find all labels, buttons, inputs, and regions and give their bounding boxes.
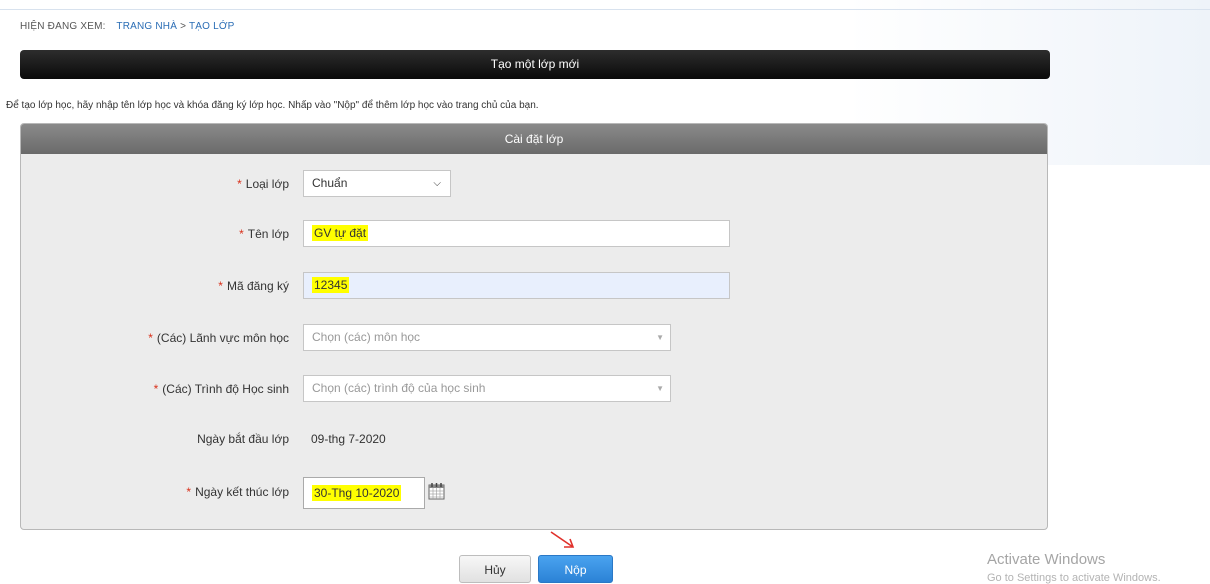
- required-mark: *: [239, 227, 244, 241]
- levels-placeholder: Chọn (các) trình độ của học sinh: [312, 381, 486, 395]
- class-type-row: * Loại lớp: [21, 170, 289, 198]
- red-arrow-icon: [550, 531, 575, 548]
- end-date-row: * Ngày kết thúc lớp: [21, 478, 289, 506]
- start-date-row: Ngày bắt đầu lớp: [21, 425, 289, 453]
- breadcrumb-separator: >: [180, 21, 187, 32]
- start-date-value: 09-thg 7-2020: [311, 432, 386, 446]
- class-settings-panel: Cài đặt lớp * Loại lớp Chuẩn ⌵ * Tên lớp G…: [20, 123, 1048, 530]
- end-date-label: Ngày kết thúc lớp: [195, 485, 289, 499]
- reg-code-input[interactable]: 12345: [303, 272, 730, 299]
- class-type-select[interactable]: Chuẩn ⌵: [303, 170, 451, 197]
- page-title: Tạo một lớp mới: [20, 50, 1050, 79]
- chevron-down-icon: ⌵: [433, 178, 441, 189]
- reg-code-row: * Mã đăng ký: [21, 272, 289, 300]
- cancel-button[interactable]: Hủy: [459, 555, 531, 583]
- class-type-label: Loại lớp: [245, 177, 289, 191]
- class-name-label: Tên lớp: [247, 227, 289, 241]
- subjects-placeholder: Chọn (các) môn học: [312, 330, 421, 344]
- breadcrumb-lead: HIỆN ĐANG XEM:: [20, 21, 106, 32]
- levels-multiselect[interactable]: Chọn (các) trình độ của học sinh ▼: [303, 375, 671, 402]
- activate-windows-subtitle: Go to Settings to activate Windows.: [987, 572, 1161, 584]
- required-mark: *: [186, 485, 192, 499]
- calendar-icon[interactable]: [428, 482, 445, 500]
- panel-heading: Cài đặt lớp: [21, 124, 1047, 154]
- class-name-input[interactable]: GV tự đặt: [303, 220, 730, 247]
- class-type-value: Chuẩn: [312, 176, 348, 190]
- breadcrumb-home-link[interactable]: TRANG NHÀ: [116, 21, 177, 32]
- end-date-value: 30-Thg 10-2020: [312, 485, 402, 501]
- required-mark: *: [148, 331, 153, 345]
- end-date-input[interactable]: 30-Thg 10-2020: [303, 477, 425, 509]
- chevron-down-icon: ▼: [656, 384, 664, 393]
- start-date-label: Ngày bắt đầu lớp: [197, 432, 289, 446]
- required-mark: *: [218, 279, 223, 293]
- submit-button[interactable]: Nộp: [538, 555, 613, 583]
- intro-text: Để tạo lớp học, hãy nhập tên lớp học và …: [6, 100, 539, 111]
- required-mark: *: [237, 177, 242, 191]
- breadcrumb: HIỆN ĐANG XEM: TRANG NHÀ > TẠO LỚP: [20, 21, 235, 32]
- levels-row: * (Các) Trình độ Học sinh: [21, 375, 289, 403]
- subjects-label: (Các) Lãnh vực môn học: [156, 331, 289, 345]
- breadcrumb-current: TẠO LỚP: [188, 21, 235, 32]
- reg-code-label: Mã đăng ký: [226, 279, 289, 293]
- reg-code-value: 12345: [312, 277, 350, 293]
- chevron-down-icon: ▼: [656, 333, 664, 342]
- class-name-row: * Tên lớp: [21, 220, 289, 248]
- subjects-multiselect[interactable]: Chọn (các) môn học ▼: [303, 324, 671, 351]
- class-name-value: GV tự đặt: [312, 225, 369, 241]
- levels-label: (Các) Trình độ Học sinh: [162, 382, 289, 396]
- subjects-row: * (Các) Lãnh vực môn học: [21, 324, 289, 352]
- required-mark: *: [153, 382, 159, 396]
- top-divider: [0, 9, 1210, 10]
- activate-windows-title: Activate Windows: [987, 551, 1106, 568]
